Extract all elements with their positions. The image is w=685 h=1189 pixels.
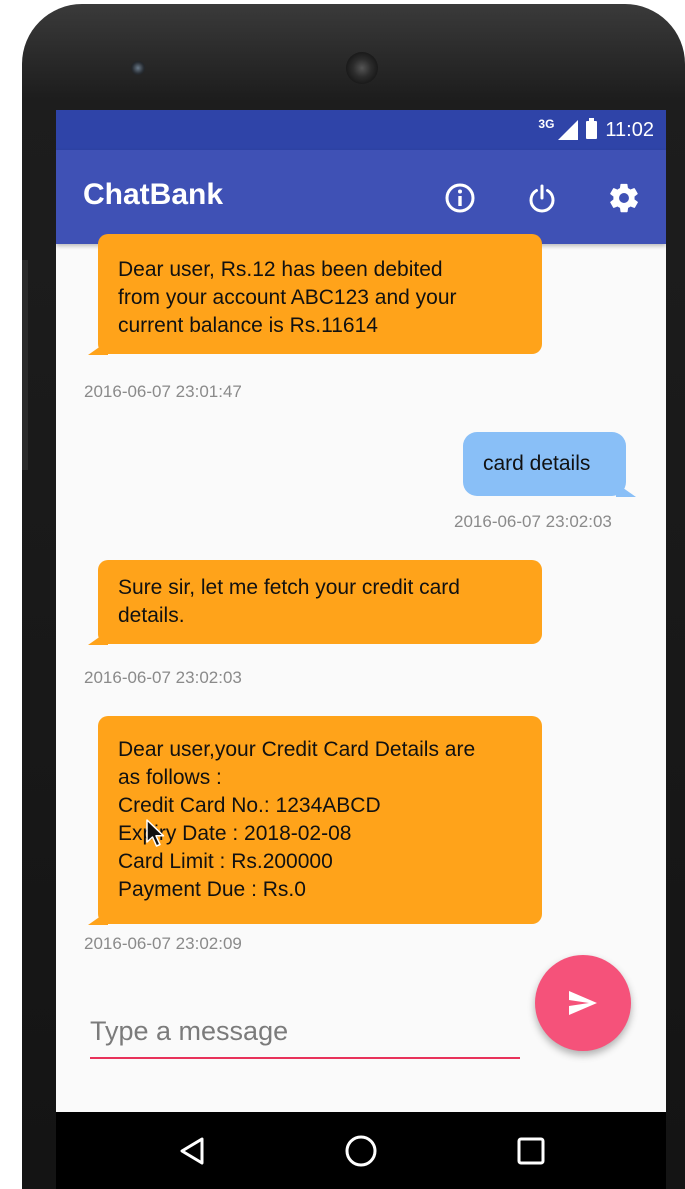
message-line: Sure sir, let me fetch your credit card [118, 576, 460, 599]
message-line: Expiry Date : 2018-02-08 [118, 822, 352, 845]
message-list[interactable]: Dear user, Rs.12 has been debited from y… [56, 234, 666, 964]
home-icon[interactable] [344, 1134, 378, 1168]
recents-icon[interactable] [514, 1134, 548, 1168]
message-timestamp: 2016-06-07 23:01:47 [84, 382, 242, 401]
front-camera [131, 61, 145, 75]
message-timestamp: 2016-06-07 23:02:03 [454, 512, 612, 531]
message-line: as follows : [118, 766, 222, 789]
message-timestamp: 2016-06-07 23:02:09 [84, 934, 242, 953]
status-clock: 11:02 [605, 118, 654, 141]
info-icon[interactable] [443, 181, 477, 215]
message-bubble-incoming: Dear user, Rs.12 has been debited from y… [88, 234, 542, 355]
message-input[interactable] [90, 1005, 520, 1059]
message-timestamp: 2016-06-07 23:02:03 [84, 668, 242, 687]
app-title: ChatBank [83, 178, 224, 211]
message-line: from your account ABC123 and your [118, 286, 457, 309]
message-bubble-outgoing: card details [463, 432, 636, 497]
message-line: Card Limit : Rs.200000 [118, 850, 333, 873]
phone-side-button [22, 260, 28, 470]
message-line: Dear user,your Credit Card Details are [118, 738, 476, 761]
system-nav-bar [56, 1112, 666, 1189]
send-button[interactable] [535, 955, 631, 1051]
signal-icon [558, 120, 579, 140]
status-bar: 3G 11:02 [56, 110, 666, 150]
message-bubble-incoming: Sure sir, let me fetch your credit card … [88, 560, 542, 645]
back-icon[interactable] [175, 1134, 209, 1168]
app-screen: 3G 11:02 ChatBank Dear user, Rs.12 has b… [56, 110, 666, 1112]
battery-icon [586, 118, 598, 139]
message-line: Credit Card No.: 1234ABCD [118, 794, 381, 817]
message-composer [90, 1005, 520, 1065]
message-line: Payment Due : Rs.0 [118, 878, 306, 901]
power-icon[interactable] [525, 181, 559, 215]
message-line: card details [483, 452, 591, 475]
earpiece-speaker [346, 52, 378, 84]
message-line: details. [118, 604, 185, 627]
message-line: Dear user, Rs.12 has been debited [118, 258, 443, 281]
network-type: 3G [538, 117, 555, 131]
app-bar: ChatBank [56, 150, 666, 244]
send-icon [569, 991, 597, 1015]
message-line: current balance is Rs.11614 [118, 314, 378, 337]
settings-icon[interactable] [607, 181, 641, 215]
mouse-cursor-icon [146, 819, 165, 847]
